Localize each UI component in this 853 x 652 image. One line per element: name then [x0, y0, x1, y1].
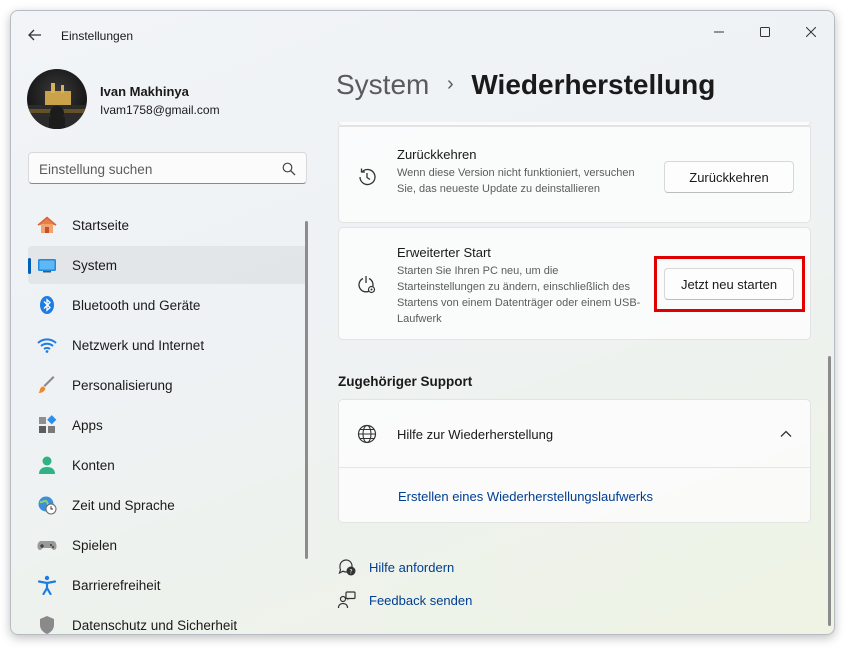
bluetooth-icon: [37, 295, 57, 315]
send-feedback-link[interactable]: Feedback senden: [336, 589, 472, 611]
help-title[interactable]: Hilfe zur Wiederherstellung: [397, 427, 553, 442]
avatar[interactable]: [27, 69, 87, 129]
apps-icon: [37, 415, 57, 435]
zurueckkehren-title: Zurückkehren: [397, 147, 477, 162]
zurueckkehren-description: Wenn diese Version nicht funktioniert, v…: [397, 167, 635, 195]
search-icon[interactable]: [282, 162, 296, 176]
sidebar-item-label: Spielen: [72, 538, 118, 553]
send-feedback-label: Feedback senden: [369, 592, 473, 608]
breadcrumb-parent[interactable]: System: [336, 69, 429, 100]
chevron-up-icon[interactable]: [778, 426, 794, 442]
search-box[interactable]: [28, 152, 307, 184]
breadcrumb: System › Wiederherstellung: [336, 69, 715, 101]
sidebar-item-label: Personalisierung: [72, 378, 173, 393]
globe-clock-icon: [37, 495, 57, 515]
user-name: Ivan Makhinya: [100, 84, 189, 99]
selection-indicator: [28, 258, 31, 274]
history-icon: [355, 165, 379, 189]
sidebar-scrollbar[interactable]: [305, 221, 308, 559]
sidebar-item-konten[interactable]: Konten: [28, 446, 307, 484]
sidebar-item-label: Barrierefreiheit: [72, 578, 161, 593]
globe-icon: [355, 422, 379, 446]
erweiterter-start-description: Starten Sie Ihren PC neu, um die Startei…: [397, 265, 641, 325]
chevron-right-icon: ›: [447, 73, 454, 95]
sidebar-item-label: Datenschutz und Sicherheit: [72, 618, 238, 633]
arrow-left-icon: [28, 29, 41, 41]
sidebar-item-personalisierung[interactable]: Personalisierung: [28, 366, 307, 404]
wifi-icon: [37, 335, 57, 355]
system-icon: [37, 255, 57, 275]
sidebar-item-label: Zeit und Sprache: [72, 498, 175, 513]
accessibility-icon: [37, 575, 57, 595]
content-scrollbar[interactable]: [828, 356, 831, 626]
back-button[interactable]: [21, 23, 49, 47]
sidebar-item-apps[interactable]: Apps: [28, 406, 307, 444]
sidebar-item-barrierefreiheit[interactable]: Barrierefreiheit: [28, 566, 307, 604]
sidebar-item-label: Apps: [72, 418, 103, 433]
sidebar-item-spielen[interactable]: Spielen: [28, 526, 307, 564]
close-button[interactable]: [788, 17, 834, 47]
sidebar-item-label: Bluetooth und Geräte: [72, 298, 201, 313]
minimize-button[interactable]: [696, 17, 742, 47]
divider: [339, 467, 810, 468]
home-icon: [37, 215, 57, 235]
erweiterter-start-title: Erweiterter Start: [397, 245, 491, 260]
maximize-button[interactable]: [742, 17, 788, 47]
sidebar-item-label: Startseite: [72, 218, 130, 233]
svg-text:?: ?: [349, 569, 352, 576]
maximize-icon: [760, 27, 770, 37]
highlight-box: [654, 256, 805, 312]
settings-window: Einstellungen Ivan Makhinya Ivam1758@gma…: [10, 10, 835, 635]
search-input[interactable]: [39, 161, 269, 177]
power-settings-icon: [355, 273, 379, 297]
close-icon: [806, 27, 816, 37]
title-bar: Einstellungen: [11, 11, 834, 59]
sidebar-item-system[interactable]: System: [28, 246, 307, 284]
sidebar-item-label: System: [72, 258, 118, 273]
gamepad-icon: [37, 535, 57, 555]
page-title: Wiederherstellung: [471, 69, 716, 100]
help-card: Hilfe zur Wiederherstellung Erstellen ei…: [338, 399, 811, 523]
zurueckkehren-button[interactable]: Zurückkehren: [664, 161, 794, 193]
help-chat-icon: ?: [336, 556, 358, 578]
sidebar-item-datenschutz[interactable]: Datenschutz und Sicherheit: [28, 606, 307, 634]
sidebar-item-label: Netzwerk und Internet: [72, 338, 205, 353]
support-section-title: Zugehöriger Support: [338, 374, 473, 389]
sidebar-item-bluetooth[interactable]: Bluetooth und Geräte: [28, 286, 307, 324]
brush-icon: [37, 375, 57, 395]
create-recovery-drive-link[interactable]: Erstellen eines Wiederherstellungslaufwe…: [398, 489, 653, 504]
zurueckkehren-card: Zurückkehren Wenn diese Version nicht fu…: [338, 126, 811, 223]
get-help-label: Hilfe anfordern: [369, 559, 455, 575]
sidebar-item-label: Konten: [72, 458, 115, 473]
sidebar-item-startseite[interactable]: Startseite: [28, 206, 307, 244]
app-title: Einstellungen: [61, 29, 134, 43]
minimize-icon: [714, 31, 724, 33]
get-help-link[interactable]: ? Hilfe anfordern: [336, 556, 454, 578]
feedback-icon: [336, 589, 358, 611]
sidebar-item-netzwerk[interactable]: Netzwerk und Internet: [28, 326, 307, 364]
sidebar-nav: Startseite System Bluetooth und Geräte N…: [28, 206, 307, 634]
account-icon: [37, 455, 57, 475]
user-email: Ivam1758@gmail.com: [100, 103, 220, 117]
sidebar-item-zeit-sprache[interactable]: Zeit und Sprache: [28, 486, 307, 524]
shield-icon: [37, 615, 57, 634]
